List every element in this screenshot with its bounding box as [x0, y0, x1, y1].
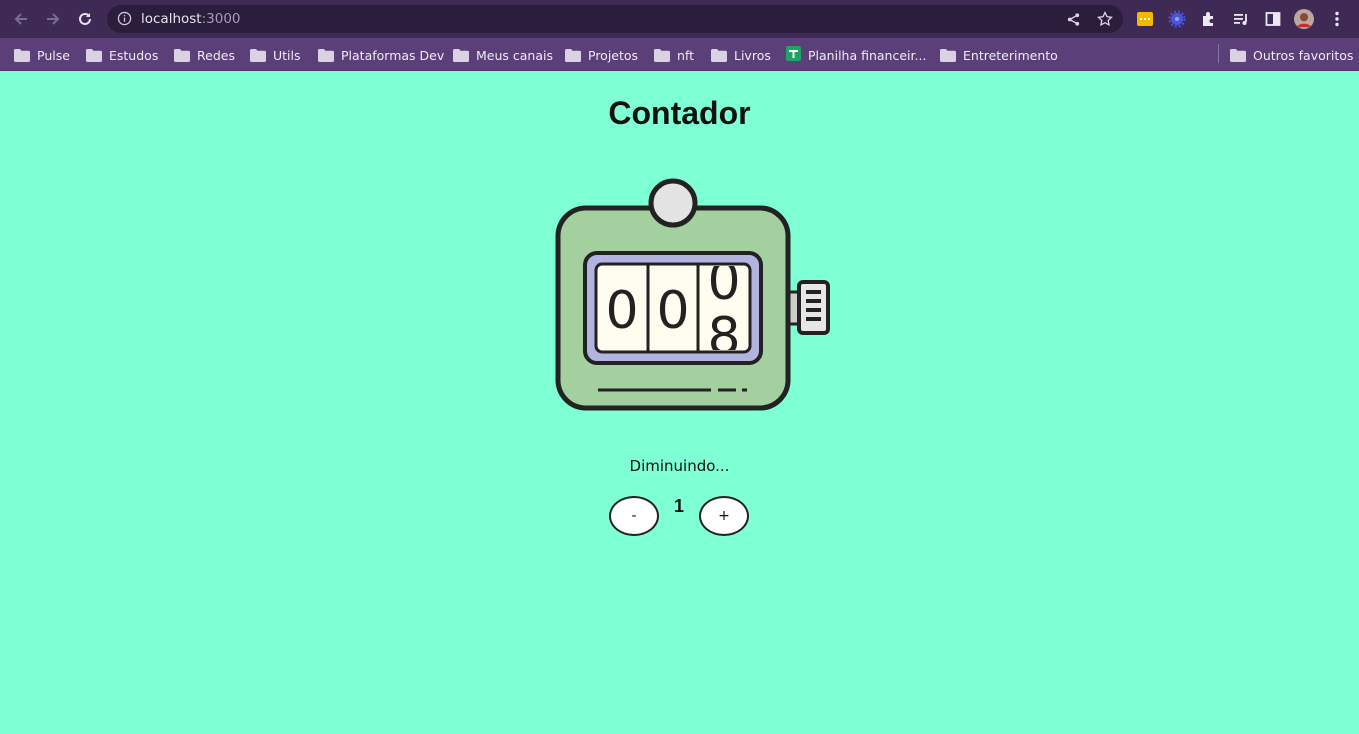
page-title: Contador [608, 95, 751, 131]
bookmark-label: Utils [273, 47, 301, 63]
extensions-puzzle-icon[interactable] [1199, 9, 1219, 29]
url-port: :3000 [201, 11, 241, 27]
extension-blue-gear-icon[interactable] [1167, 9, 1187, 29]
bookmarks-divider [1218, 44, 1219, 63]
bookmark-label: Projetos [588, 47, 639, 63]
back-arrow-icon[interactable] [9, 7, 33, 31]
tally-counter-illustration: 0 0 0 8 [555, 178, 830, 411]
folder-icon [1230, 48, 1246, 62]
bookmark-livros[interactable]: Livros [711, 46, 771, 64]
folder-icon [86, 48, 102, 62]
bookmark-label: Plataformas Dev [341, 47, 445, 63]
folder-icon [318, 48, 334, 62]
folder-icon [654, 48, 670, 62]
reading-list-icon[interactable] [1231, 9, 1251, 29]
bookmark-label: Entreterimento [963, 47, 1058, 63]
bookmark-star-icon[interactable] [1096, 10, 1114, 28]
folder-icon [14, 48, 30, 62]
bookmark-outros-favoritos[interactable]: Outros favoritos [1230, 46, 1353, 64]
decrement-button[interactable]: - [609, 496, 659, 536]
bookmark-plataformas-dev[interactable]: Plataformas Dev [318, 46, 444, 64]
bookmark-label: Pulse [37, 47, 70, 63]
bookmark-label: Livros [734, 47, 771, 63]
folder-icon [711, 48, 727, 62]
bookmark-utils[interactable]: Utils [250, 46, 301, 64]
counter-reset-wheel [797, 280, 830, 335]
bookmark-projetos[interactable]: Projetos [565, 46, 638, 64]
folder-icon [565, 48, 581, 62]
bookmark-label: Redes [197, 47, 235, 63]
counter-digit: 0 [656, 281, 689, 341]
bookmark-label: Estudos [109, 47, 159, 63]
reload-icon[interactable] [73, 7, 97, 31]
folder-icon [453, 48, 469, 62]
bookmark-planilha-financeira[interactable]: Planilha financeir... [786, 46, 926, 64]
bookmark-nft[interactable]: nft [654, 46, 694, 64]
side-panel-icon[interactable] [1263, 9, 1283, 29]
forward-arrow-icon[interactable] [41, 7, 65, 31]
address-bar[interactable]: localhost:3000 [107, 5, 1123, 33]
bookmark-label: Planilha financeir... [808, 47, 927, 63]
step-value: 1 [673, 496, 684, 516]
bookmark-label: Meus canais [476, 47, 553, 63]
bookmarks-bar: Pulse Estudos Redes Utils Plataformas De… [0, 38, 1359, 71]
share-icon[interactable] [1064, 10, 1082, 28]
bookmark-meus-canais[interactable]: Meus canais [453, 46, 553, 64]
url-host: localhost [141, 11, 202, 27]
extension-yellow-icon[interactable] [1135, 9, 1155, 29]
profile-avatar[interactable] [1294, 9, 1314, 29]
site-info-icon[interactable] [117, 11, 132, 31]
counter-digit: 0 [605, 281, 638, 341]
folder-icon [940, 48, 956, 62]
bookmark-label: nft [677, 47, 695, 63]
bookmark-estudos[interactable]: Estudos [86, 46, 158, 64]
folder-icon [250, 48, 266, 62]
counter-click-button [648, 178, 698, 228]
browser-toolbar: localhost:3000 [0, 0, 1359, 38]
url-text[interactable]: localhost:3000 [141, 11, 241, 27]
bookmark-pulse[interactable]: Pulse [14, 46, 70, 64]
status-text: Diminuindo... [629, 457, 730, 475]
sheets-icon [786, 46, 801, 64]
bookmark-entreterimento[interactable]: Entreterimento [940, 46, 1058, 64]
bookmark-label: Outros favoritos [1253, 47, 1354, 63]
folder-icon [174, 48, 190, 62]
increment-button[interactable]: + [699, 496, 749, 536]
bookmark-redes[interactable]: Redes [174, 46, 235, 64]
menu-kebab-icon[interactable] [1327, 9, 1347, 29]
